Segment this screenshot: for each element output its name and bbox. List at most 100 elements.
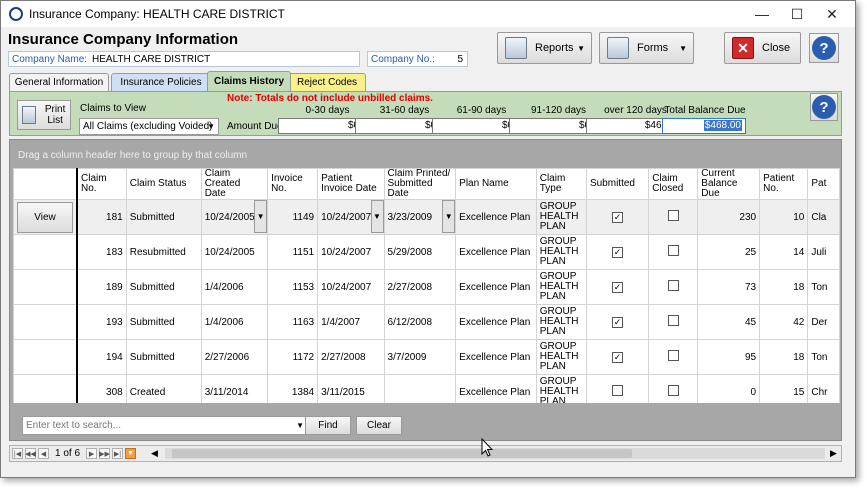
col-header-patient-no[interactable]: Patient No. (759, 168, 809, 200)
closed-checkbox[interactable] (667, 280, 679, 291)
first-page-icon[interactable]: |◀ (12, 448, 23, 459)
col-header-claim-created[interactable]: Claim Created Date (200, 168, 269, 200)
patient-no-cell: 10 (759, 199, 809, 235)
forms-button[interactable]: Forms ▼ (599, 32, 694, 64)
tab-claims-history[interactable]: Claims History (207, 71, 291, 91)
claim-created-cell: 1/4/2006 (200, 269, 269, 305)
col-header-claim-printed[interactable]: Claim Printed/ Submitted Date (383, 168, 457, 200)
scroll-right-icon[interactable]: ▶ (830, 448, 837, 459)
window-close-button[interactable]: ✕ (815, 1, 849, 27)
prev-group-icon[interactable]: ◀◀ (25, 448, 36, 459)
invoice-date-cell: 3/11/2015 (317, 374, 385, 403)
insurance-company-window: Insurance Company: HEALTH CARE DISTRICT … (0, 0, 856, 478)
find-button[interactable]: Find (305, 416, 351, 435)
plan-name-cell: Excellence Plan (455, 339, 537, 375)
maximize-button[interactable]: ☐ (780, 1, 814, 27)
claims-to-view-select[interactable]: All Claims (excluding Voided) ▼ (79, 118, 219, 135)
claim-no-cell: 183 (76, 234, 127, 270)
submitted-checkbox[interactable]: ✓ (612, 351, 624, 363)
closed-checkbox[interactable] (667, 245, 679, 256)
col-header-claim-no[interactable]: Claim No. (76, 168, 127, 200)
next-page-icon[interactable]: ▶ (86, 448, 98, 459)
amount-due-label: Amount Due (227, 121, 283, 132)
closed-cell (648, 304, 699, 340)
clear-button[interactable]: Clear (356, 416, 402, 435)
claims-grid-area: Drag a column header here to group by th… (9, 139, 842, 441)
company-name-field[interactable]: Company Name: HEALTH CARE DISTRICT (8, 51, 360, 67)
closed-checkbox[interactable] (667, 350, 679, 361)
invoice-no-cell: 1384 (267, 374, 319, 403)
chevron-down-icon[interactable]: ▼ (442, 200, 455, 233)
printed-date-cell[interactable]: 3/23/2009 ▼ (383, 199, 457, 235)
table-row[interactable]: 193 Submitted 1/4/2006 1163 1/4/2007 6/1… (13, 304, 840, 340)
next-group-icon[interactable]: ▶▶ (99, 448, 111, 459)
claim-no-cell: 194 (76, 339, 127, 375)
claim-created-cell: 3/11/2014 (200, 374, 269, 403)
invoice-date-cell: 10/24/2007 (317, 234, 385, 270)
submitted-cell: ✓ (585, 199, 650, 235)
claim-created-value: 10/24/2005 (204, 211, 255, 223)
scrollbar-thumb[interactable] (172, 449, 632, 458)
patient-no-cell: 15 (759, 374, 809, 403)
col-header-plan-name[interactable]: Plan Name (455, 168, 537, 200)
closed-checkbox[interactable] (667, 210, 679, 221)
print-list-button[interactable]: Print List (17, 100, 71, 130)
chevron-down-icon[interactable]: ▼ (296, 421, 304, 430)
total-balance-field[interactable]: $468.00 (662, 118, 746, 134)
submitted-checkbox[interactable]: ✓ (612, 211, 624, 223)
col-header-claim-status[interactable]: Claim Status (125, 168, 202, 200)
close-button[interactable]: ✕ Close (724, 32, 801, 64)
col-header-balance[interactable]: Current Balance Due (697, 168, 761, 200)
submitted-checkbox[interactable]: ✓ (612, 316, 624, 328)
claim-type-cell: GROUP HEALTH PLAN (535, 304, 587, 340)
claims-summary-panel: Print List Claims to View All Claims (ex… (9, 91, 842, 136)
claim-status-cell: Submitted (125, 199, 202, 235)
title-bar: Insurance Company: HEALTH CARE DISTRICT … (1, 1, 855, 27)
submitted-checkbox[interactable]: ✓ (612, 281, 624, 293)
col-header-patient[interactable]: Pat (807, 168, 840, 200)
view-button[interactable]: View (17, 201, 73, 233)
search-input[interactable]: Enter text to search... ▼ (22, 416, 309, 435)
table-row[interactable]: 183 Resubmitted 10/24/2005 1151 10/24/20… (13, 234, 840, 270)
filter-icon[interactable]: ▼ (125, 448, 137, 459)
col-header-claim-closed[interactable]: Claim Closed (648, 168, 699, 200)
closed-checkbox[interactable] (667, 315, 679, 326)
tab-general-information[interactable]: General Information (9, 73, 109, 91)
table-row[interactable]: View 181 Submitted 10/24/2005 ▼ 1149 10/2… (13, 199, 840, 235)
col-header-patient-invoice-date[interactable]: Patient Invoice Date (317, 168, 385, 200)
reports-button[interactable]: Reports ▼ (497, 32, 592, 64)
view-cell (13, 339, 78, 375)
scroll-left-icon[interactable]: ◀ (151, 448, 158, 459)
minimize-button[interactable]: — (745, 1, 779, 27)
invoice-date-cell[interactable]: 10/24/2007 ▼ (317, 199, 385, 235)
claims-help-button[interactable]: ? (810, 93, 838, 121)
col-header-submitted[interactable]: Submitted (585, 168, 650, 200)
chevron-down-icon[interactable]: ▼ (254, 200, 267, 233)
chevron-down-icon[interactable]: ▼ (370, 200, 384, 233)
claim-no-cell: 189 (76, 269, 127, 305)
submitted-cell: ✓ (585, 269, 650, 305)
table-row[interactable]: 194 Submitted 2/27/2006 1172 2/27/2008 3… (13, 339, 840, 375)
tab-insurance-policies[interactable]: Insurance Policies (111, 73, 211, 91)
tab-reject-codes[interactable]: Reject Codes (288, 73, 366, 91)
plan-name-cell: Excellence Plan (455, 304, 537, 340)
print-list-label: Print List (44, 104, 66, 126)
claim-created-cell: 1/4/2006 (200, 304, 269, 340)
submitted-checkbox[interactable]: ✓ (612, 246, 624, 258)
company-no-field[interactable]: Company No.: 5 (367, 51, 468, 67)
table-row[interactable]: 308 Created 3/11/2014 1384 3/11/2015 Exc… (13, 374, 840, 403)
closed-checkbox[interactable] (667, 385, 679, 396)
chevron-down-icon: ▼ (577, 43, 585, 53)
col-header-invoice-no[interactable]: Invoice No. (267, 168, 319, 200)
claim-created-cell[interactable]: 10/24/2005 ▼ (200, 199, 269, 235)
patient-cell: Ton (807, 339, 840, 375)
col-header-claim-type[interactable]: Claim Type (535, 168, 587, 200)
last-page-icon[interactable]: ▶| (112, 448, 124, 459)
submitted-checkbox[interactable] (612, 385, 624, 396)
patient-cell: Juli (807, 234, 840, 270)
table-row[interactable]: 189 Submitted 1/4/2006 1153 10/24/2007 2… (13, 269, 840, 305)
help-button[interactable]: ? (809, 33, 839, 63)
balance-cell: 0 (697, 374, 761, 403)
prev-page-icon[interactable]: ◀ (38, 448, 49, 459)
col-header-action (13, 168, 78, 200)
